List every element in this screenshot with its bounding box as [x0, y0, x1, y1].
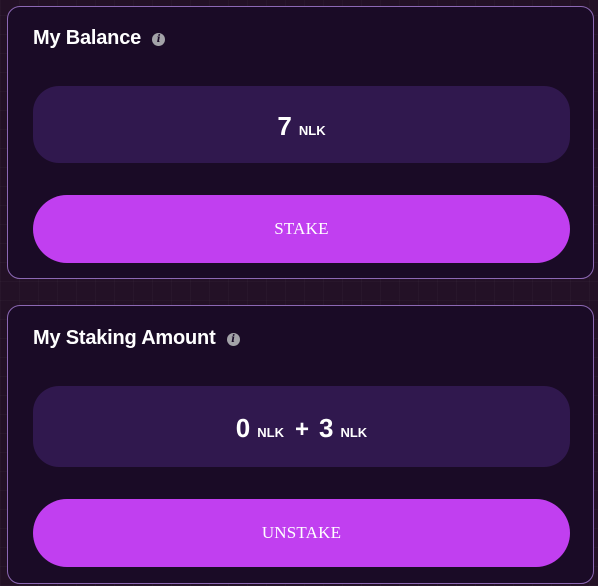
staked-amount: 0 [235, 413, 251, 443]
balance-card: My Balance i 7 NLK STAKE [7, 6, 594, 279]
info-icon[interactable]: i [152, 32, 166, 46]
staking-card-header: My Staking Amount i [33, 327, 240, 350]
balance-unit: NLK [298, 123, 326, 138]
staked-unit: NLK [257, 425, 284, 440]
unstake-button[interactable]: UNSTAKE [33, 499, 570, 567]
info-icon[interactable]: i [226, 332, 240, 346]
balance-amount: 7 [277, 111, 292, 141]
reward-amount: 3 [319, 413, 334, 443]
balance-value-box: 7 NLK [33, 86, 570, 163]
balance-card-header: My Balance i [33, 27, 166, 50]
plus-operator: + [294, 416, 309, 443]
stake-button[interactable]: STAKE [33, 195, 570, 263]
reward-unit: NLK [340, 425, 368, 440]
staking-value-box: 0 NLK + 3 NLK [33, 386, 570, 467]
staking-title: My Staking Amount [33, 327, 216, 349]
staking-card: My Staking Amount i 0 NLK + 3 NLK UNSTAK… [7, 305, 594, 584]
balance-title: My Balance [33, 27, 142, 49]
